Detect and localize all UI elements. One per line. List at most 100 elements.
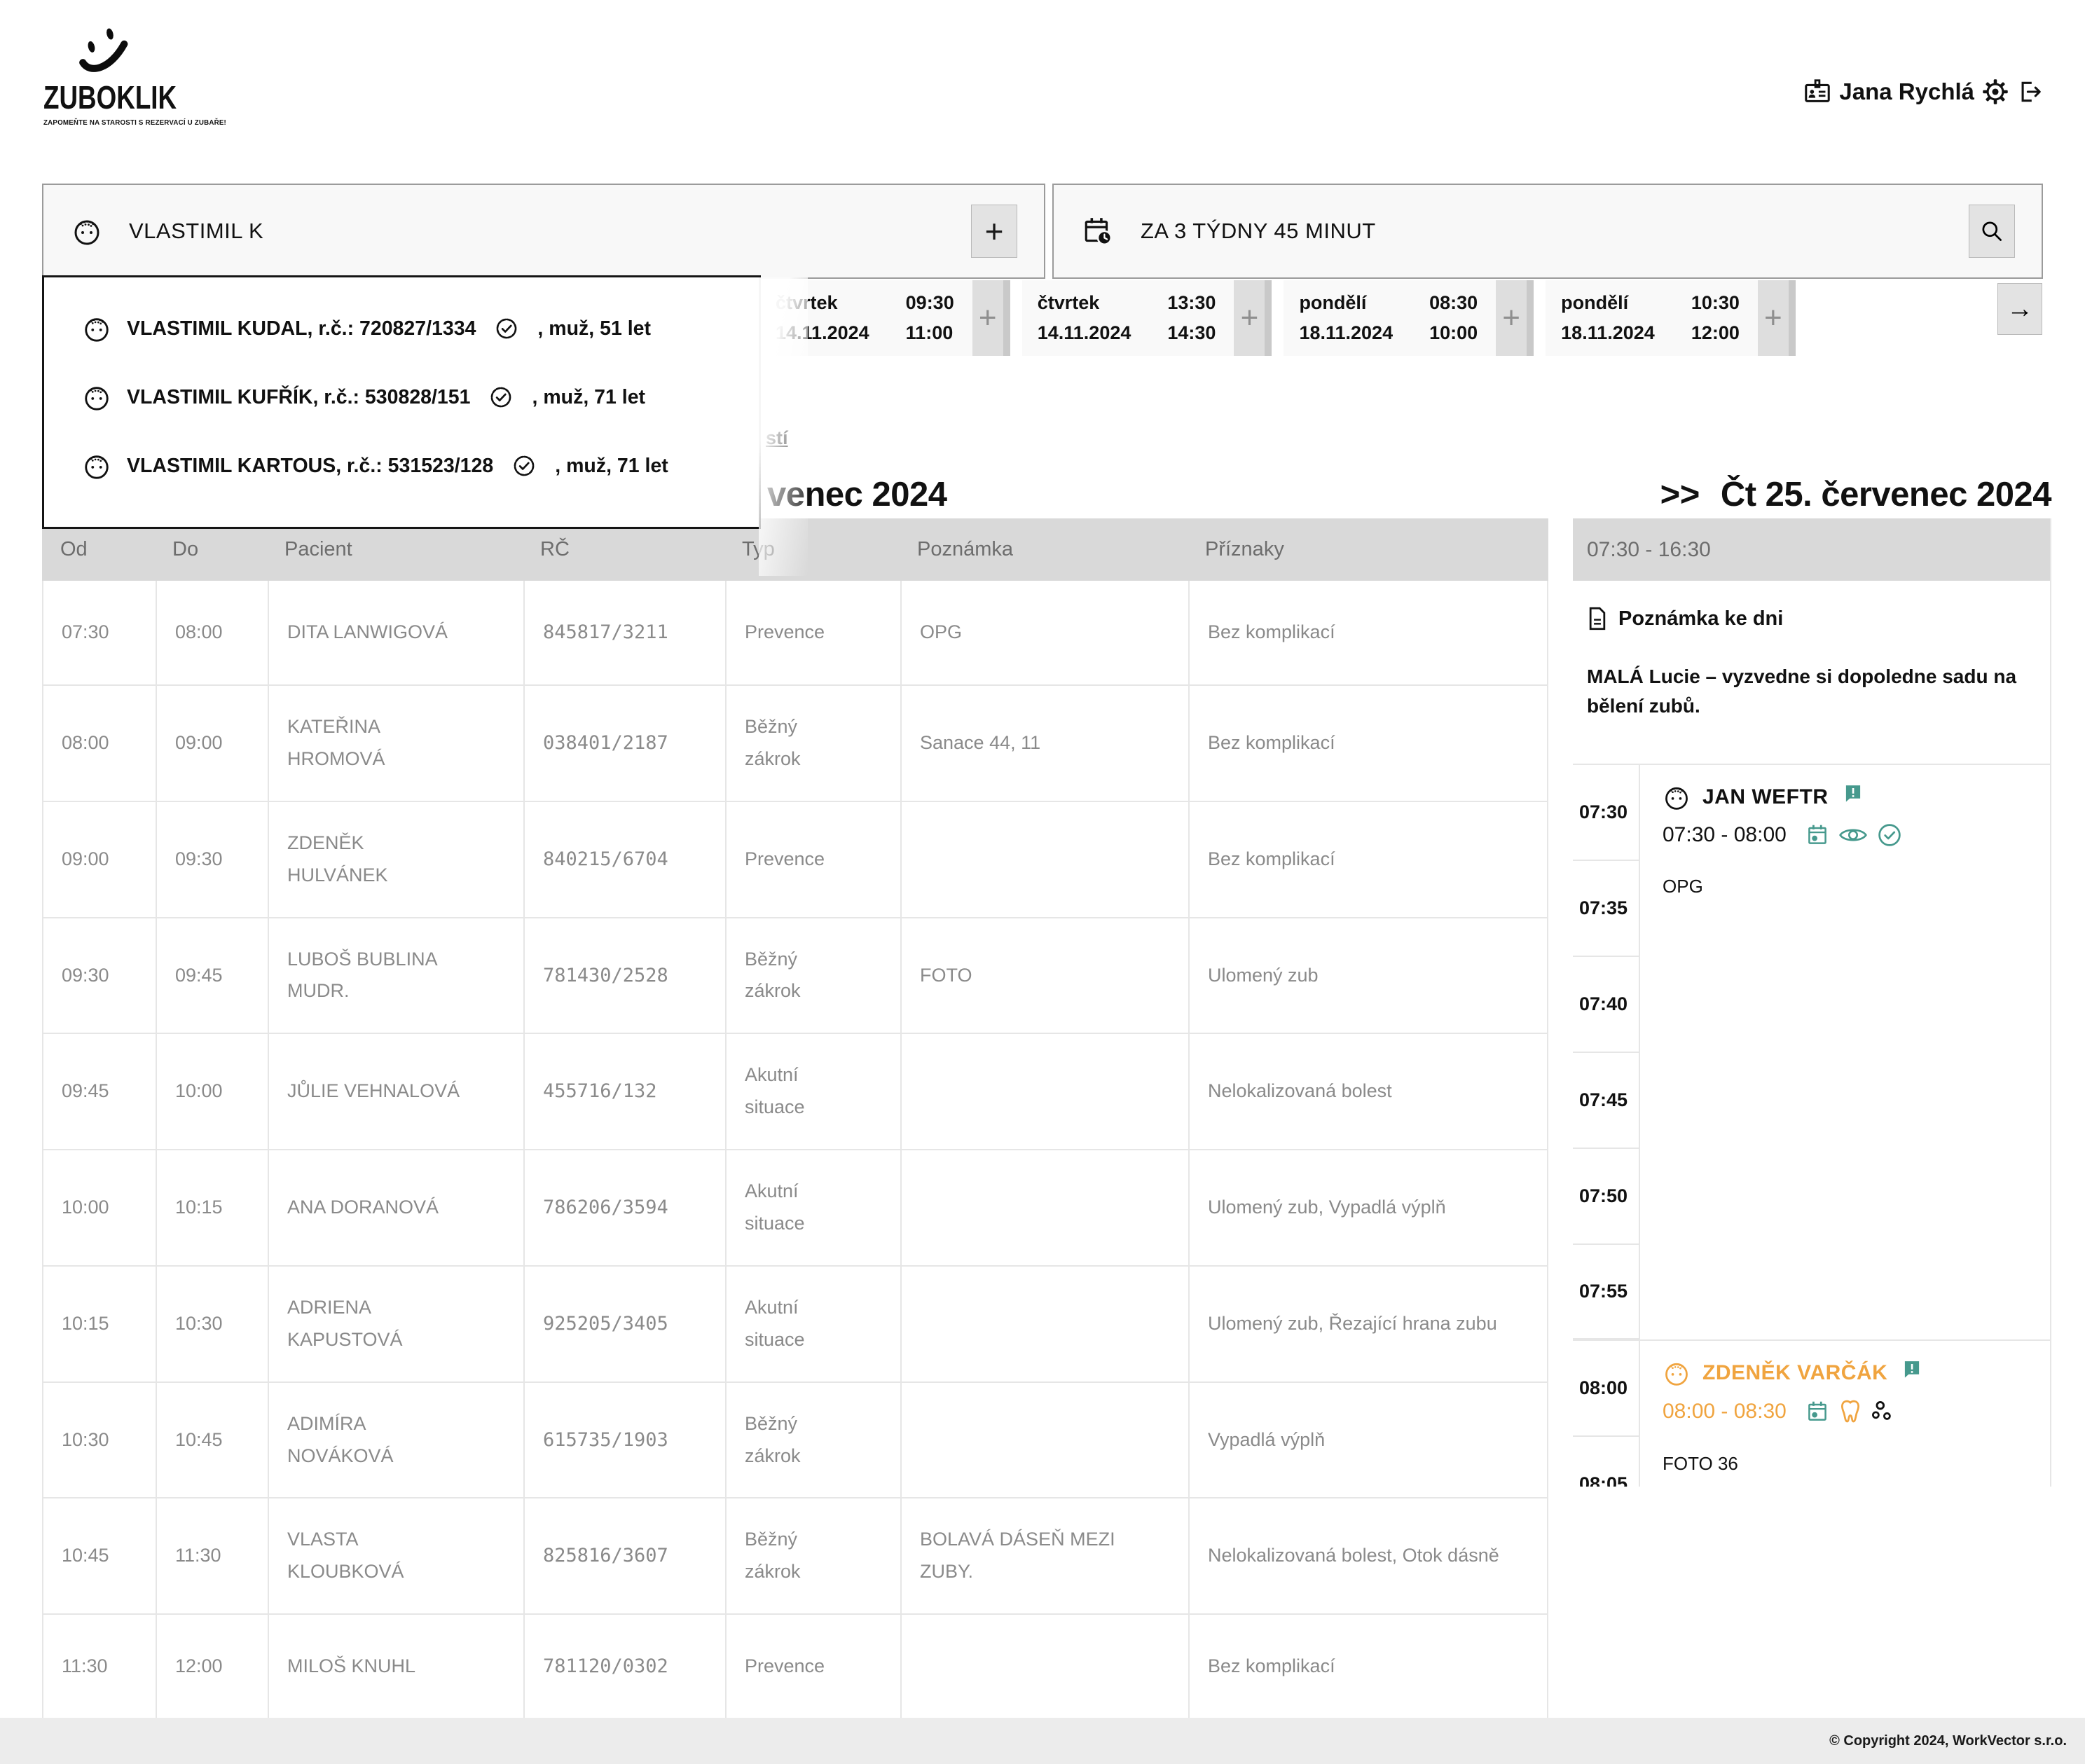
table-row[interactable]: 09:30 09:45 LUBOŠ BUBLINA MUDR. 781430/2… (42, 918, 1548, 1035)
slot-day: pondělí (1299, 289, 1393, 317)
appointment-time: 08:00 - 08:30 (1663, 1400, 1787, 1424)
slot-chip[interactable]: pondělí 08:30 18.11.2024 10:00 + (1284, 280, 1534, 356)
slot-chip[interactable]: čtvrtek 13:30 14.11.2024 14:30 + (1022, 280, 1272, 356)
cell-do: 09:00 (156, 686, 268, 801)
logout-icon[interactable] (2016, 78, 2044, 106)
table-row[interactable]: 09:45 10:00 JŮLIE VEHNALOVÁ 455716/132 A… (42, 1034, 1548, 1150)
cell-typ: Akutní situace (745, 1059, 827, 1124)
col-header-typ: Typ (724, 538, 899, 561)
slot-chip[interactable]: čtvrtek 09:30 14.11.2024 11:00 + (760, 280, 1010, 356)
cell-priznaky: Ulomený zub (1208, 960, 1319, 992)
patient-main: VLASTIMIL KUDAL, r.č.: 720827/1334 (127, 317, 476, 340)
app-root: ZUBOKLIK ZAPOMEŇTE NA STAROSTI S REZERVA… (0, 0, 2085, 1764)
cell-od: 07:30 (43, 581, 156, 684)
table-row[interactable]: 10:30 10:45 ADIMÍRA NOVÁKOVÁ 615735/1903… (42, 1383, 1548, 1499)
slot-chip[interactable]: pondělí 10:30 18.11.2024 12:00 + (1546, 280, 1796, 356)
cell-pacient: KATEŘINA HROMOVÁ (287, 711, 462, 776)
cell-od: 10:45 (43, 1498, 156, 1613)
cell-rc: 038401/2187 (523, 686, 725, 801)
gear-icon[interactable] (1981, 78, 2009, 106)
slot-add-button[interactable]: + (1496, 280, 1534, 356)
table-row[interactable]: 08:00 09:00 KATEŘINA HROMOVÁ 038401/2187… (42, 686, 1548, 802)
cell-pacient: LUBOŠ BUBLINA MUDR. (287, 944, 462, 1008)
cell-priznaky: Bez komplikací (1208, 616, 1335, 649)
cell-priznaky: Bez komplikací (1208, 843, 1335, 876)
appointment[interactable]: ZDENĚK VARČÁK 08:00 - 08:30 FOTO 36 (1642, 1341, 2049, 1487)
time-label: 07:40 (1573, 957, 1640, 1053)
comment-alert-icon[interactable] (1843, 783, 1863, 803)
table-row[interactable]: 10:15 10:30 ADRIENA KAPUSTOVÁ 925205/340… (42, 1267, 1548, 1383)
cell-typ: Akutní situace (745, 1176, 827, 1240)
patient-search-bar: + (42, 184, 1045, 279)
plus-icon: + (985, 215, 1004, 247)
tooth-icon[interactable] (1838, 1398, 1862, 1425)
patient-suggestion-dropdown: VLASTIMIL KUDAL, r.č.: 720827/1334 , muž… (42, 275, 761, 529)
patient-main: VLASTIMIL KARTOUS, r.č.: 531523/128 (127, 455, 493, 478)
cell-rc: 925205/3405 (523, 1267, 725, 1381)
logo-tagline: ZAPOMEŇTE NA STAROSTI S REZERVACÍ U ZUBA… (43, 118, 207, 127)
cell-priznaky: Bez komplikací (1208, 727, 1335, 759)
slot-add-button[interactable]: + (1758, 280, 1796, 356)
check-circle-icon[interactable] (1877, 822, 1902, 848)
face-icon (1663, 783, 1691, 811)
slot-start: 10:30 (1691, 289, 1740, 317)
arrow-right-icon[interactable]: → (1997, 283, 2042, 335)
cell-do: 10:15 (156, 1150, 268, 1265)
share-dots-icon[interactable] (1871, 1400, 1894, 1423)
eye-icon[interactable] (1838, 825, 1868, 846)
time-label: 07:30 (1573, 765, 1640, 861)
patient-meta: , muž, 71 let (532, 386, 645, 409)
patient-search-input[interactable] (129, 219, 971, 244)
table-row[interactable]: 10:45 11:30 VLASTA KLOUBKOVÁ 825816/3607… (42, 1498, 1548, 1615)
cell-rc: 781430/2528 (523, 918, 725, 1033)
cell-pacient: ADIMÍRA NOVÁKOVÁ (287, 1408, 462, 1473)
partial-link[interactable]: stí (766, 427, 788, 449)
calendar-icon[interactable] (1805, 1400, 1829, 1424)
user-name[interactable]: Jana Rychlá (1839, 78, 1974, 105)
right-day-heading: >>Čt 25. červenec 2024 (1573, 475, 2051, 514)
col-header-poznamka: Poznámka (899, 538, 1187, 561)
slot-date: 14.11.2024 (776, 319, 869, 347)
slot-search-input[interactable] (1141, 219, 1969, 244)
cell-poznamka: Sanace 44, 11 (920, 727, 1040, 759)
table-row[interactable]: 10:00 10:15 ANA DORANOVÁ 786206/3594 Aku… (42, 1150, 1548, 1267)
cell-rc: 840215/6704 (523, 802, 725, 917)
cell-do: 09:30 (156, 802, 268, 917)
app-logo[interactable]: ZUBOKLIK ZAPOMEŇTE NA STAROSTI S REZERVA… (43, 25, 219, 127)
slot-add-button[interactable]: + (972, 280, 1010, 356)
patient-suggestion[interactable]: VLASTIMIL KUFŘÍK, r.č.: 530828/151 , muž… (44, 363, 759, 432)
table-row[interactable]: 09:00 09:30 ZDENĚK HULVÁNEK 840215/6704 … (42, 802, 1548, 918)
left-day-heading: venec 2024 (767, 475, 947, 514)
time-label: 08:00 (1573, 1341, 1640, 1437)
cell-do: 10:30 (156, 1267, 268, 1381)
cell-rc: 845817/3211 (523, 581, 725, 684)
col-header-do: Do (154, 538, 266, 561)
slot-day: čtvrtek (776, 289, 869, 317)
slot-search-button[interactable] (1969, 205, 2015, 258)
next-day-panel: 07:30 - 16:30 Poznámka ke dni MALÁ Lucie… (1573, 518, 2051, 1487)
note-icon (1587, 606, 1608, 631)
col-header-pacient: Pacient (266, 538, 522, 561)
patient-suggestion[interactable]: VLASTIMIL KARTOUS, r.č.: 531523/128 , mu… (44, 432, 759, 500)
id-card-icon[interactable] (1803, 77, 1832, 106)
cell-typ: Běžný zákrok (745, 944, 827, 1008)
next-day-nav[interactable]: >> (1660, 476, 1700, 514)
calendar-icon[interactable] (1805, 823, 1829, 847)
cell-od: 10:00 (43, 1150, 156, 1265)
cell-rc: 786206/3594 (523, 1150, 725, 1265)
appointment[interactable]: JAN WEFTR 07:30 - 08:00 OPG (1642, 765, 2049, 1341)
add-patient-button[interactable]: + (971, 205, 1017, 258)
day-note-title-row[interactable]: Poznámka ke dni (1587, 606, 2033, 631)
cell-pacient: JŮLIE VEHNALOVÁ (287, 1075, 460, 1108)
cell-do: 11:30 (156, 1498, 268, 1613)
comment-alert-icon[interactable] (1902, 1359, 1922, 1379)
user-zone: Jana Rychlá (1803, 77, 2044, 106)
cell-do: 10:00 (156, 1034, 268, 1149)
table-row[interactable]: 07:30 08:00 DITA LANWIGOVÁ 845817/3211 P… (42, 581, 1548, 686)
patient-suggestion[interactable]: VLASTIMIL KUDAL, r.č.: 720827/1334 , muž… (44, 294, 759, 363)
slot-start: 09:30 (906, 289, 954, 317)
time-label: 08:05 (1573, 1437, 1640, 1487)
cell-typ: Běžný zákrok (745, 1524, 827, 1588)
table-row[interactable]: 11:30 12:00 MILOŠ KNUHL 781120/0302 Prev… (42, 1615, 1548, 1720)
slot-add-button[interactable]: + (1234, 280, 1272, 356)
